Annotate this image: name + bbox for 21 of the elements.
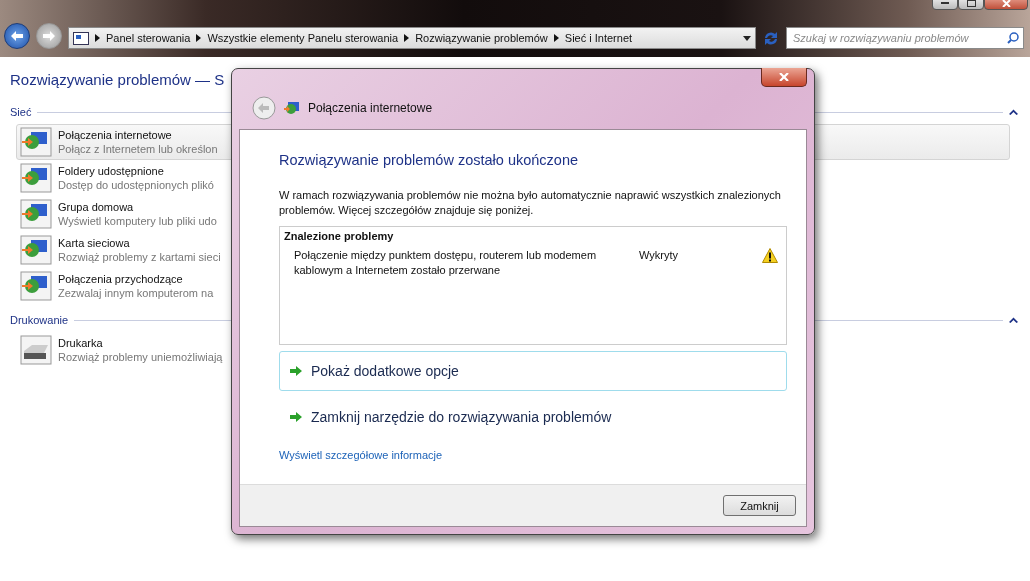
item-description: Rozwiąż problemy uniemożliwiają [58, 350, 223, 364]
section-title: Sieć [10, 106, 32, 118]
item-description: Połącz z Internetem lub określon [58, 142, 218, 156]
section-title: Drukowanie [10, 314, 69, 326]
item-description: Wyświetl komputery lub pliki udo [58, 214, 217, 228]
item-title: Karta sieciowa [58, 236, 131, 250]
item-title: Połączenia internetowe [58, 128, 173, 142]
dialog-heading: Rozwiązywanie problemów zostało ukończone [279, 152, 579, 168]
item-description: Zezwalaj innym komputerom na [58, 286, 214, 300]
item-description: Dostęp do udostępnionych plikó [58, 178, 214, 192]
item-description: Rozwiąż problemy z kartami sieci [58, 250, 221, 264]
page-title: Rozwiązywanie problemów — S [10, 71, 225, 88]
panel-header: Znalezione problemy [284, 230, 395, 242]
problem-status: Wykryty [639, 248, 679, 263]
item-title: Drukarka [58, 336, 104, 350]
item-title: Foldery udostępnione [58, 164, 165, 178]
item-title: Grupa domowa [58, 200, 135, 214]
dialog-title: Połączenia internetowe [308, 101, 433, 115]
item-title: Połączenia przychodzące [58, 272, 184, 286]
message-text: W ramach rozwiązywania problemów nie można było automatycznie naprawić wszystkich znalezionych problemów. Więcej szczegółów znajduje się poniżej. [279, 188, 782, 218]
problem-text: Połączenie między punktem dostępu, routerem lub modemem kablowym a Internetem zostało przerwane [294, 248, 598, 278]
